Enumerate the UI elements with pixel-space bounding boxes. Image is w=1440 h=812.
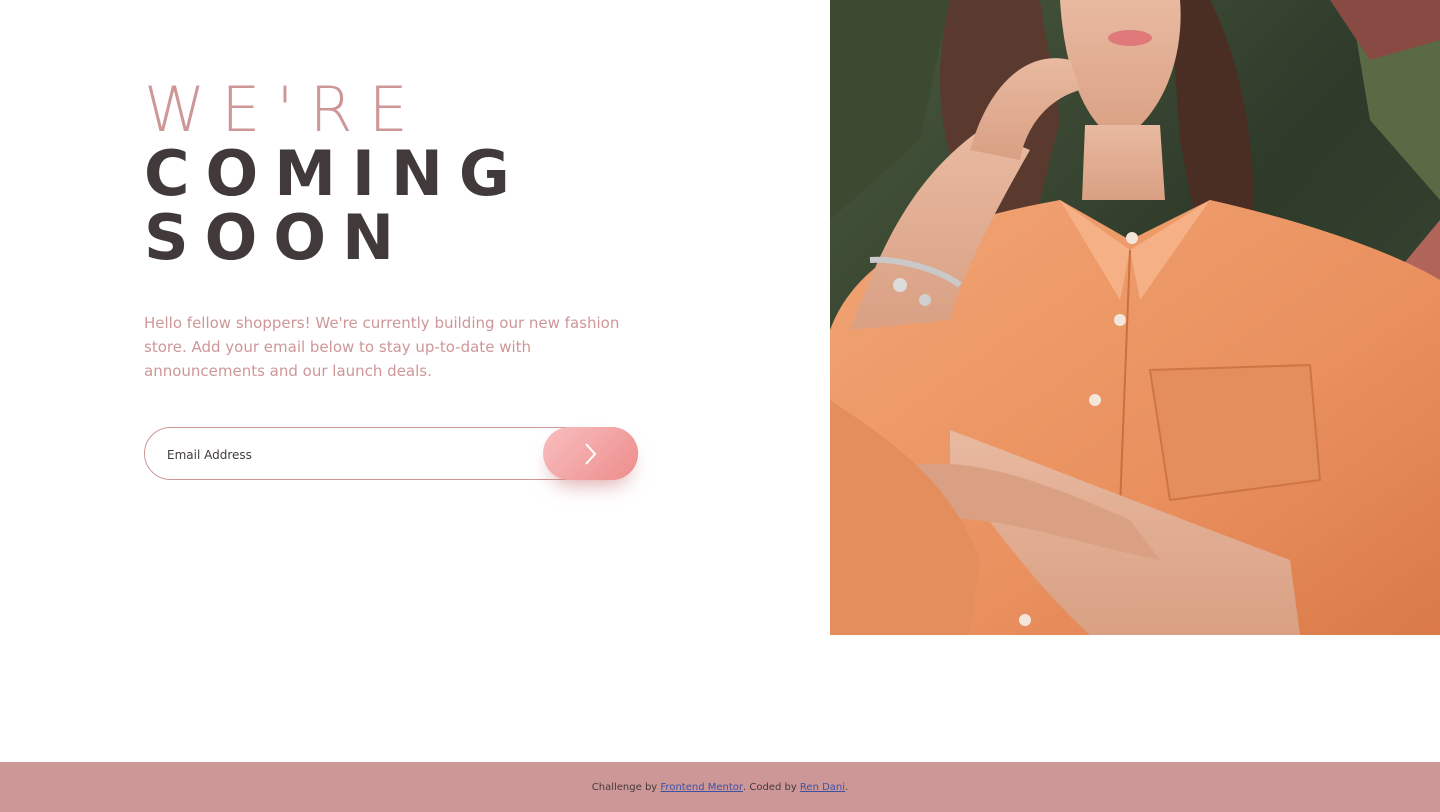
hero-photo <box>830 0 1440 635</box>
signup-form <box>144 427 638 480</box>
submit-button[interactable] <box>543 427 638 480</box>
frontend-mentor-link[interactable]: Frontend Mentor <box>660 782 743 793</box>
headline-line-2: coming <box>144 137 526 210</box>
footer: Challenge by Frontend Mentor. Coded by R… <box>0 762 1440 812</box>
footer-prefix: Challenge by <box>591 781 658 793</box>
footer-suffix: . <box>845 781 849 793</box>
email-input[interactable] <box>165 442 529 468</box>
headline: We're coming soon <box>144 78 664 270</box>
intro-text: Hello fellow shoppers! We're currently b… <box>144 314 620 380</box>
footer-middle: . Coded by <box>742 781 797 793</box>
headline-line-3: soon <box>144 201 410 274</box>
hero-photo-illustration <box>830 0 1440 635</box>
hero-content: We're coming soon Hello fellow shoppers!… <box>144 78 664 383</box>
headline-line-1: We're <box>144 73 424 146</box>
chevron-right-icon <box>584 442 596 465</box>
page: We're coming soon Hello fellow shoppers!… <box>0 0 1440 812</box>
author-link[interactable]: Ren Dani <box>800 782 845 793</box>
